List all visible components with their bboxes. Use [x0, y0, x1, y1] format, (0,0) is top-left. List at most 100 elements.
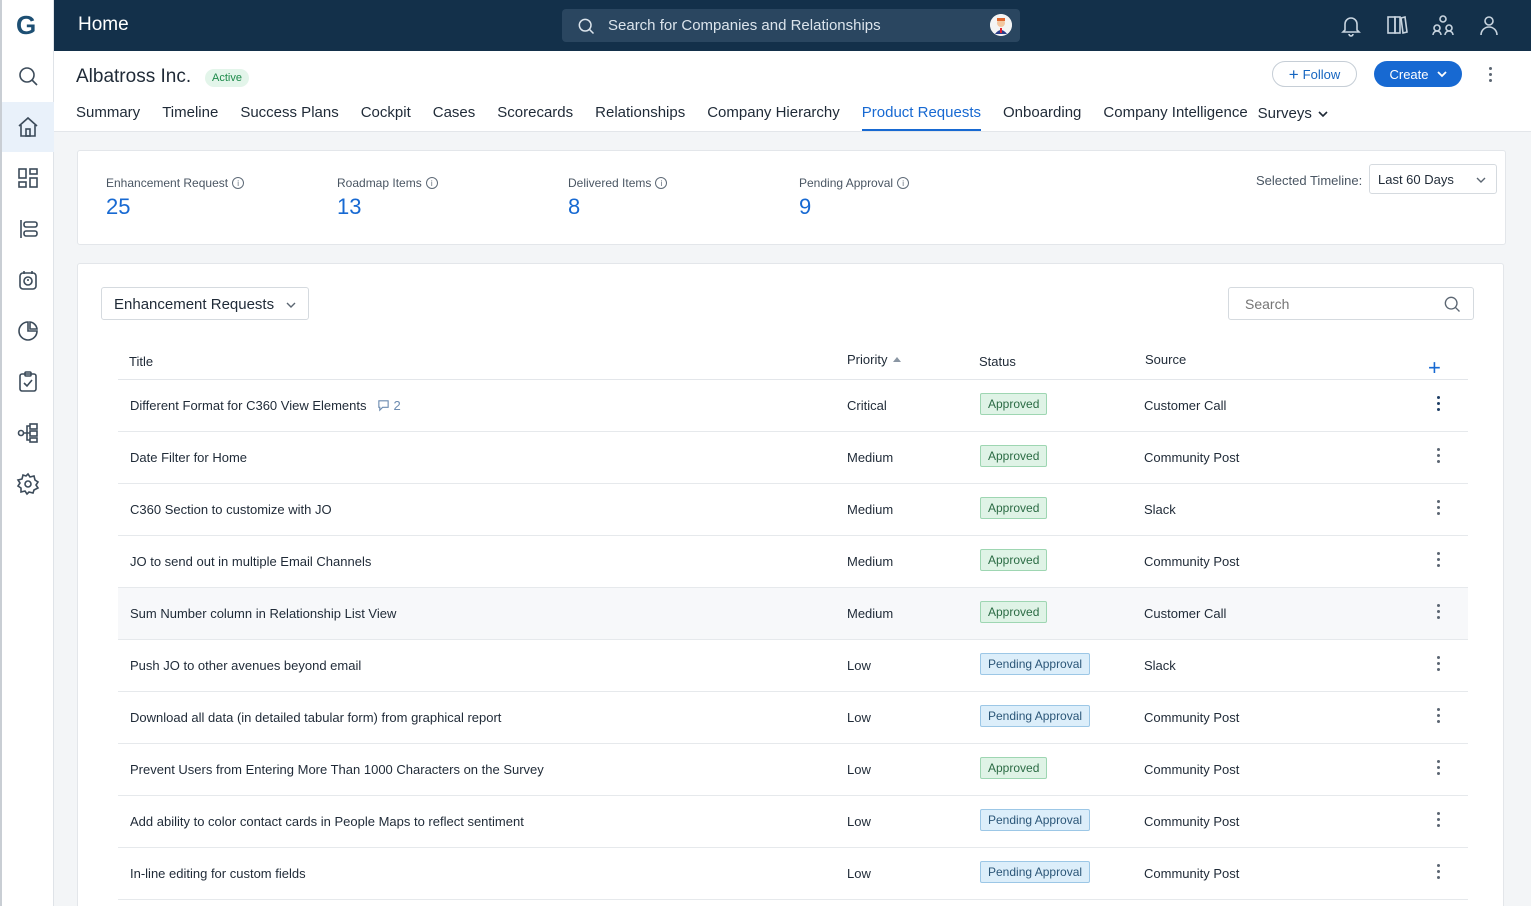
view-value: Enhancement Requests: [114, 296, 275, 313]
row-title[interactable]: C360 Section to customize with JO: [130, 502, 332, 517]
row-title[interactable]: In-line editing for custom fields: [130, 866, 306, 881]
row-actions-icon[interactable]: [1434, 604, 1442, 622]
user-icon[interactable]: [1477, 13, 1501, 37]
tab-summary[interactable]: Summary: [76, 104, 140, 131]
column-priority[interactable]: Priority: [847, 352, 902, 367]
tab-cockpit[interactable]: Cockpit: [361, 104, 411, 131]
tab-timeline[interactable]: Timeline: [162, 104, 218, 131]
timeline-value: Last 60 Days: [1378, 172, 1454, 187]
search-icon[interactable]: [1442, 294, 1462, 314]
table-row[interactable]: Push JO to other avenues beyond email Lo…: [118, 640, 1468, 692]
row-actions-icon[interactable]: [1434, 708, 1442, 726]
row-title[interactable]: Push JO to other avenues beyond email: [130, 658, 361, 673]
more-options-icon[interactable]: [1482, 63, 1498, 85]
row-title[interactable]: Different Format for C360 View Elements: [130, 398, 367, 413]
row-title[interactable]: Add ability to color contact cards in Pe…: [130, 814, 524, 829]
page-title: Home: [78, 14, 129, 35]
app-logo[interactable]: G: [16, 10, 36, 41]
people-icon[interactable]: [1431, 13, 1455, 37]
table-row[interactable]: Prevent Users from Entering More Than 10…: [118, 744, 1468, 796]
stat-value[interactable]: 9: [799, 194, 909, 220]
row-title[interactable]: Sum Number column in Relationship List V…: [130, 606, 396, 621]
search-icon: [19, 67, 38, 86]
table-row[interactable]: Sum Number column in Relationship List V…: [118, 588, 1468, 640]
row-actions-icon[interactable]: [1434, 448, 1442, 466]
plus-icon: +: [1288, 64, 1299, 84]
tab-cases[interactable]: Cases: [433, 104, 476, 131]
stat-value[interactable]: 13: [337, 194, 438, 220]
info-icon[interactable]: i: [897, 177, 910, 189]
tab-company-hierarchy[interactable]: Company Hierarchy: [707, 104, 840, 131]
create-button[interactable]: Create: [1374, 61, 1462, 87]
rail-journey[interactable]: [2, 408, 54, 458]
rail-timeline[interactable]: [2, 204, 54, 254]
row-source: Community Post: [1144, 866, 1240, 881]
tab-company-intelligence[interactable]: Company Intelligence: [1103, 104, 1247, 131]
tab-scorecards[interactable]: Scorecards: [497, 104, 573, 131]
chevron-down-icon: [1476, 177, 1486, 183]
add-column-icon[interactable]: +: [1428, 355, 1441, 381]
row-actions-icon[interactable]: [1434, 552, 1442, 570]
requests-table-card: Enhancement Requests Title Priority Stat…: [77, 263, 1504, 906]
row-source: Community Post: [1144, 710, 1240, 725]
row-title[interactable]: Date Filter for Home: [130, 450, 247, 465]
rail-settings[interactable]: [2, 459, 54, 509]
comment-icon: [377, 400, 389, 412]
view-select[interactable]: Enhancement Requests: [101, 287, 309, 320]
rail-home[interactable]: [2, 102, 54, 152]
comments-count[interactable]: 2: [377, 398, 401, 413]
rail-tasks[interactable]: [2, 357, 54, 407]
status-badge: Approved: [980, 393, 1048, 415]
status-badge: Approved: [980, 549, 1048, 571]
rail-cockpit[interactable]: [2, 255, 54, 305]
info-icon[interactable]: i: [425, 177, 438, 189]
tab-onboarding[interactable]: Onboarding: [1003, 104, 1081, 131]
column-source[interactable]: Source: [1145, 352, 1186, 367]
status-badge: Pending Approval: [980, 809, 1091, 831]
bell-icon[interactable]: [1339, 13, 1363, 37]
row-actions-icon[interactable]: [1434, 500, 1442, 518]
row-priority: Low: [847, 762, 871, 777]
tab-product-requests[interactable]: Product Requests: [861, 104, 981, 131]
table-row[interactable]: Add ability to color contact cards in Pe…: [118, 796, 1468, 848]
rail-search[interactable]: [2, 51, 54, 101]
dashboard-icon: [18, 168, 38, 188]
row-title[interactable]: Prevent Users from Entering More Than 10…: [130, 762, 544, 777]
table-row[interactable]: Different Format for C360 View Elements …: [118, 380, 1468, 432]
table-row[interactable]: In-line editing for custom fields Low Pe…: [118, 848, 1468, 900]
rail-dashboards[interactable]: [2, 153, 54, 203]
row-actions-icon[interactable]: [1434, 812, 1442, 830]
info-icon[interactable]: i: [655, 177, 668, 189]
row-title[interactable]: JO to send out in multiple Email Channel…: [130, 554, 371, 569]
row-actions-icon[interactable]: [1434, 864, 1442, 882]
follow-button[interactable]: + Follow: [1272, 61, 1357, 87]
assistant-avatar-icon[interactable]: [990, 14, 1012, 36]
row-actions-icon[interactable]: [1434, 396, 1442, 414]
row-title[interactable]: Download all data (in detailed tabular f…: [130, 710, 501, 725]
table-row[interactable]: Download all data (in detailed tabular f…: [118, 692, 1468, 744]
table-row[interactable]: JO to send out in multiple Email Channel…: [118, 536, 1468, 588]
table-row[interactable]: Date Filter for Home Medium Approved Com…: [118, 432, 1468, 484]
timeline-select[interactable]: Last 60 Days: [1369, 164, 1497, 194]
table-search-input[interactable]: [1228, 287, 1474, 320]
stat-value[interactable]: 8: [568, 194, 667, 220]
column-status[interactable]: Status: [979, 354, 1016, 369]
tab-relationships[interactable]: Relationships: [595, 104, 685, 131]
left-rail: G: [0, 0, 54, 906]
row-actions-icon[interactable]: [1434, 760, 1442, 778]
info-icon[interactable]: i: [232, 177, 245, 189]
rail-reports[interactable]: [2, 306, 54, 356]
book-icon[interactable]: [1385, 13, 1409, 37]
timeline-label: Selected Timeline:: [1256, 173, 1363, 188]
stat-value[interactable]: 25: [106, 194, 244, 220]
tab-success-plans[interactable]: Success Plans: [240, 104, 338, 131]
status-badge: Approved: [980, 497, 1048, 519]
column-title[interactable]: Title: [129, 354, 153, 369]
row-source: Customer Call: [1144, 606, 1227, 621]
global-search[interactable]: Search for Companies and Relationships: [562, 9, 1020, 42]
global-search-placeholder: Search for Companies and Relationships: [608, 17, 881, 34]
row-actions-icon[interactable]: [1434, 656, 1442, 674]
row-source: Community Post: [1144, 554, 1240, 569]
table-row[interactable]: C360 Section to customize with JO Medium…: [118, 484, 1468, 536]
tab-surveys[interactable]: Surveys: [1258, 104, 1328, 131]
